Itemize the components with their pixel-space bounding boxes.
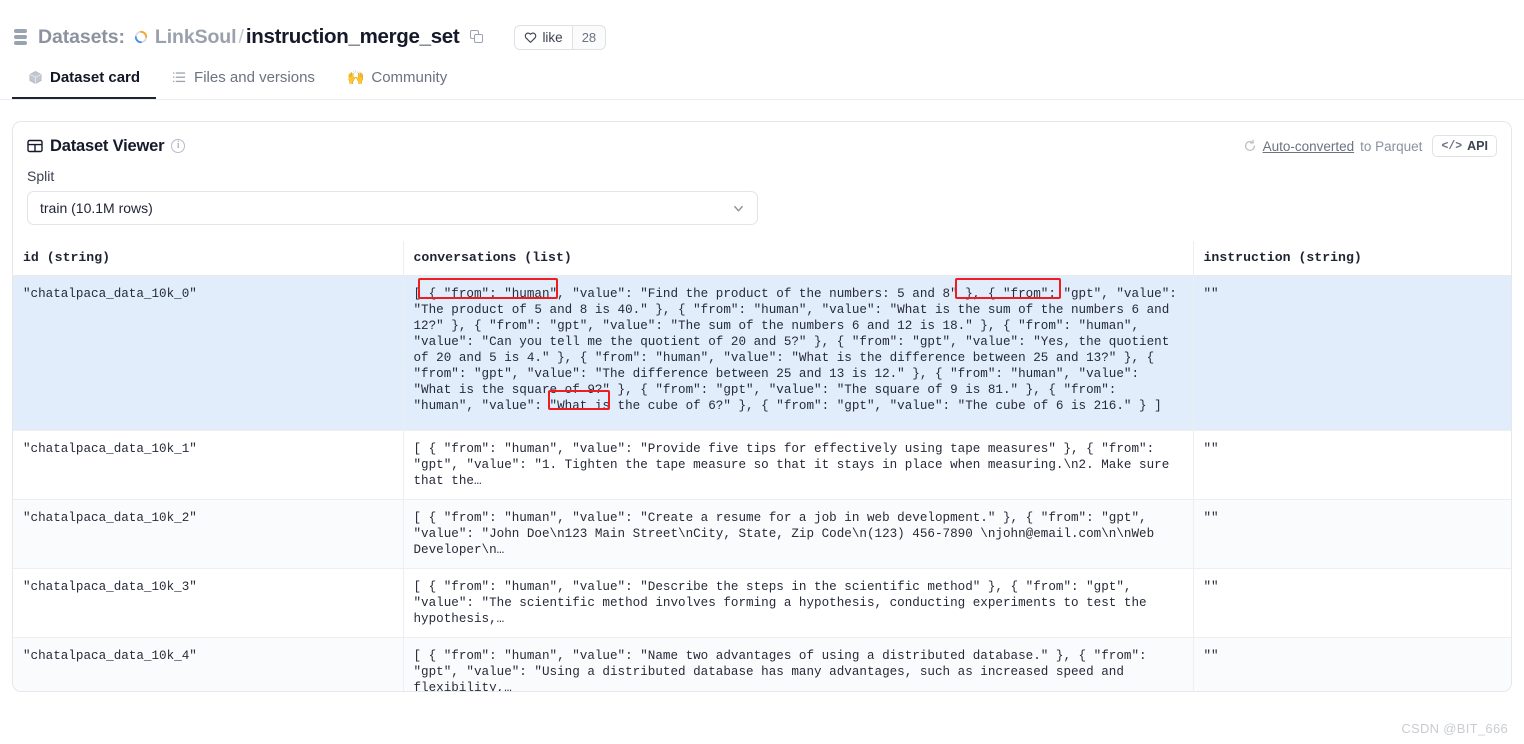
tab-files-and-versions[interactable]: Files and versions bbox=[156, 56, 331, 99]
cell-instruction: "" bbox=[1193, 637, 1511, 691]
cube-icon bbox=[29, 70, 42, 84]
database-icon bbox=[14, 29, 27, 45]
dataset-viewer-card: Dataset Viewer i Auto-converted to Parqu… bbox=[12, 121, 1512, 692]
dataset-viewer-actions: Auto-converted to Parquet </> API bbox=[1243, 135, 1497, 157]
file-list-icon bbox=[173, 71, 186, 82]
cell-conversations: [ { "from": "human", "value": "Create a … bbox=[403, 499, 1194, 569]
split-label: Split bbox=[27, 168, 55, 184]
like-label: like bbox=[542, 29, 563, 45]
grid-icon bbox=[27, 139, 43, 153]
cell-instruction: "" bbox=[1193, 430, 1511, 500]
heart-icon bbox=[525, 32, 537, 43]
cell-id: "chatalpaca_data_10k_2" bbox=[13, 499, 404, 569]
cell-id: "chatalpaca_data_10k_3" bbox=[13, 568, 404, 638]
tab-label: Community bbox=[371, 68, 448, 86]
split-select[interactable]: train (10.1M rows) bbox=[27, 191, 758, 225]
like-count: 28 bbox=[571, 25, 606, 49]
tab-label: Files and versions bbox=[194, 68, 315, 86]
cell-conversations: [ { "from": "human", "value": "Provide f… bbox=[403, 430, 1194, 500]
split-section: Split train (10.1M rows) bbox=[13, 159, 1511, 225]
table-row[interactable]: "chatalpaca_data_10k_4" [ { "from": "hum… bbox=[13, 637, 1511, 691]
column-header-conversations[interactable]: conversations (list) bbox=[403, 241, 1194, 276]
split-select-value: train (10.1M rows) bbox=[40, 200, 153, 216]
code-brackets-icon: </> bbox=[1441, 139, 1463, 153]
dataset-header: Datasets: LinkSoul / instruction_merge_s… bbox=[0, 0, 1524, 56]
cell-instruction: "" bbox=[1193, 568, 1511, 638]
table-row[interactable]: "chatalpaca_data_10k_0" [ { "from": "hum… bbox=[13, 275, 1511, 431]
watermark: CSDN @BIT_666 bbox=[1401, 721, 1508, 736]
cell-id: "chatalpaca_data_10k_0" bbox=[13, 275, 404, 431]
dataset-table: id (string) conversations (list) instruc… bbox=[13, 241, 1511, 691]
raised-hands-icon: 🙌 bbox=[346, 69, 365, 85]
auto-converted-link[interactable]: Auto-converted bbox=[1263, 139, 1355, 154]
tab-community[interactable]: 🙌 Community bbox=[331, 56, 463, 99]
tab-bar: Dataset card Files and versions 🙌 Commun… bbox=[0, 56, 1524, 100]
cell-id: "chatalpaca_data_10k_4" bbox=[13, 637, 404, 691]
tab-dataset-card[interactable]: Dataset card bbox=[12, 56, 157, 99]
org-name[interactable]: LinkSoul bbox=[155, 26, 237, 49]
path-separator: / bbox=[238, 25, 244, 48]
table-header-row: id (string) conversations (list) instruc… bbox=[13, 241, 1511, 276]
spinner-icon bbox=[134, 30, 148, 44]
datasets-label: Datasets: bbox=[38, 25, 125, 48]
auto-converted-note: Auto-converted to Parquet bbox=[1243, 138, 1423, 154]
dataset-viewer-header: Dataset Viewer i Auto-converted to Parqu… bbox=[13, 122, 1511, 159]
cell-conversations: [ { "from": "human", "value": "Name two … bbox=[403, 637, 1194, 691]
cell-conversations: [ { "from": "human", "value": "Find the … bbox=[403, 275, 1194, 431]
chevron-down-icon bbox=[734, 205, 743, 211]
info-icon[interactable]: i bbox=[171, 139, 186, 153]
dataset-table-wrapper: id (string) conversations (list) instruc… bbox=[13, 241, 1511, 691]
refresh-icon bbox=[1244, 139, 1255, 151]
dataset-name[interactable]: instruction_merge_set bbox=[246, 25, 460, 49]
auto-converted-suffix: to Parquet bbox=[1360, 138, 1423, 154]
cell-id: "chatalpaca_data_10k_1" bbox=[13, 430, 404, 500]
column-header-id[interactable]: id (string) bbox=[13, 241, 404, 276]
cell-instruction: "" bbox=[1193, 275, 1511, 431]
api-label: API bbox=[1467, 139, 1488, 153]
cell-conversations-text: [ { "from": "human", "value": "Find the … bbox=[413, 287, 1177, 413]
dataset-viewer-title-group: Dataset Viewer i bbox=[27, 136, 186, 156]
table-row[interactable]: "chatalpaca_data_10k_1" [ { "from": "hum… bbox=[13, 430, 1511, 500]
column-header-instruction[interactable]: instruction (string) bbox=[1193, 241, 1511, 276]
table-row[interactable]: "chatalpaca_data_10k_3" [ { "from": "hum… bbox=[13, 568, 1511, 638]
api-button[interactable]: </> API bbox=[1432, 135, 1497, 157]
like-button-group[interactable]: like 28 bbox=[514, 24, 607, 50]
table-row[interactable]: "chatalpaca_data_10k_2" [ { "from": "hum… bbox=[13, 499, 1511, 569]
cell-conversations: [ { "from": "human", "value": "Describe … bbox=[403, 568, 1194, 638]
page-root: Datasets: LinkSoul / instruction_merge_s… bbox=[0, 0, 1524, 744]
copy-icon[interactable] bbox=[470, 30, 483, 44]
cell-instruction: "" bbox=[1193, 499, 1511, 569]
like-button[interactable]: like bbox=[515, 26, 571, 49]
dataset-viewer-title: Dataset Viewer bbox=[50, 136, 165, 155]
tab-label: Dataset card bbox=[50, 68, 141, 86]
